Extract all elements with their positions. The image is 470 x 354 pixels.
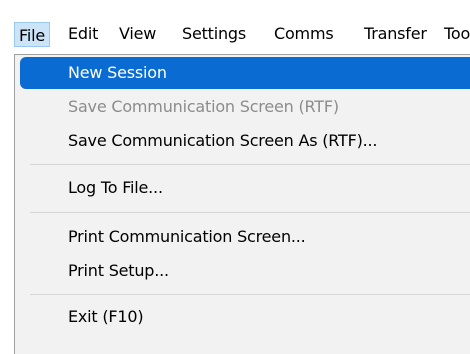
menu-separator — [30, 164, 470, 165]
menu-item-new-session[interactable]: New Session — [20, 57, 470, 89]
menu-item-label: Print Communication Screen... — [68, 227, 306, 246]
menu-item-save-communication-screen-as[interactable]: Save Communication Screen As (RTF)... — [20, 125, 470, 157]
menu-item-label: Save Communication Screen (RTF) — [68, 97, 339, 116]
menu-settings[interactable]: Settings — [182, 23, 246, 45]
menu-item-print-setup[interactable]: Print Setup... — [20, 255, 470, 287]
menu-item-label: Save Communication Screen As (RTF)... — [68, 131, 378, 150]
menu-edit[interactable]: Edit — [68, 23, 98, 45]
menu-item-save-communication-screen: Save Communication Screen (RTF) — [20, 91, 470, 123]
menu-item-label: Print Setup... — [68, 261, 169, 280]
menu-bar: File Edit View Settings Comms Transfer T… — [0, 0, 470, 55]
menu-item-print-communication-screen[interactable]: Print Communication Screen... — [20, 221, 470, 253]
menu-transfer[interactable]: Transfer — [364, 23, 427, 45]
menu-comms[interactable]: Comms — [274, 23, 334, 45]
menu-item-exit[interactable]: Exit (F10) — [20, 301, 470, 333]
menu-tools[interactable]: Too — [444, 23, 470, 45]
menu-item-label: Exit (F10) — [68, 307, 144, 326]
menu-separator — [30, 294, 470, 295]
menu-view[interactable]: View — [119, 23, 156, 45]
menu-item-label: New Session — [68, 63, 167, 82]
menu-item-label: Log To File... — [68, 178, 163, 197]
menu-separator — [30, 212, 470, 213]
menu-item-log-to-file[interactable]: Log To File... — [20, 172, 470, 204]
menu-file[interactable]: File — [14, 22, 50, 47]
file-menu-dropdown: New Session Save Communication Screen (R… — [14, 54, 470, 354]
